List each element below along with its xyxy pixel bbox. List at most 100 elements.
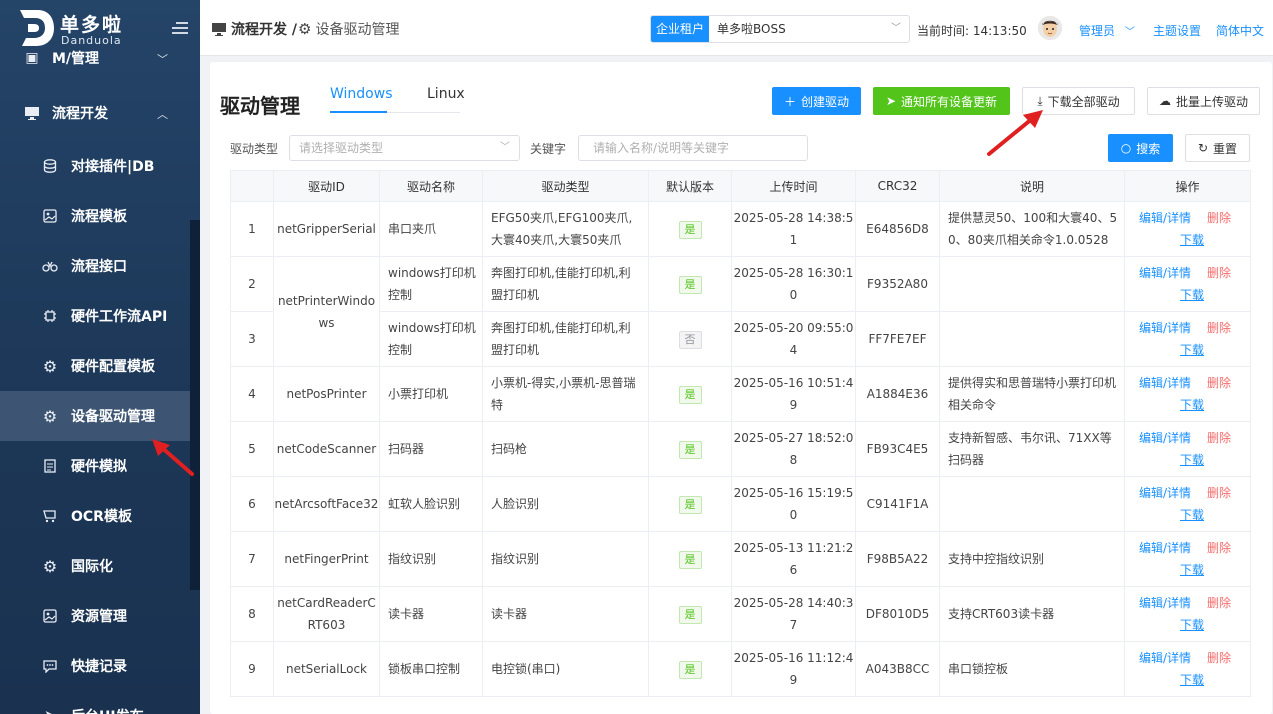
cell-driver-name: 扫码器 [379, 421, 483, 477]
sidebar-item-label: 资源管理 [71, 609, 127, 625]
language-link[interactable]: 简体中文 [1216, 22, 1264, 39]
table-row: 1 netGripperSerial 串口夹爪 EFG50夹爪,EFG100夹爪,大寰… [230, 201, 1251, 257]
download-link[interactable]: 下载 [1180, 559, 1250, 581]
chevron-down-icon: ﹀ [1124, 27, 1135, 38]
cell-upload-time: 2025-05-13 11:21:26 [731, 531, 856, 587]
cell-index: 8 [230, 586, 274, 642]
download-link[interactable]: 下载 [1180, 339, 1250, 361]
delete-link[interactable]: 删除 [1207, 651, 1231, 665]
default-version-tag: 是 [678, 441, 702, 459]
edit-details-link[interactable]: 编辑/详情 [1139, 376, 1191, 390]
gear-icon: ⚙ [42, 556, 58, 576]
cell-actions: 编辑/详情 删除下载 [1124, 366, 1251, 422]
sidebar-item-i18n[interactable]: ⚙ 国际化 [0, 541, 190, 591]
sidebar-item-resources[interactable]: 资源管理 [0, 591, 190, 641]
reset-button[interactable]: ↻ 重置 [1185, 134, 1250, 162]
cell-driver-type: 指纹识别 [482, 531, 649, 587]
sidebar-scrollbar[interactable] [190, 220, 200, 590]
edit-details-link[interactable]: 编辑/详情 [1139, 596, 1191, 610]
default-version-tag: 是 [678, 221, 702, 239]
delete-link[interactable]: 删除 [1207, 431, 1231, 445]
edit-details-link[interactable]: 编辑/详情 [1139, 651, 1191, 665]
sidebar-item-quick-notes[interactable]: 快捷记录 [0, 641, 190, 691]
user-menu[interactable]: 管理员 ﹀ [1079, 22, 1135, 39]
download-link[interactable]: 下载 [1180, 614, 1250, 636]
keyword-input[interactable]: 请输入名称/说明等关键字 [578, 135, 808, 161]
create-driver-label: 创建驱动 [801, 94, 850, 109]
delete-link[interactable]: 删除 [1207, 486, 1231, 500]
search-button[interactable]: ○ 搜索 [1108, 134, 1173, 162]
tab-windows[interactable]: Windows [330, 86, 393, 102]
sidebar-item-hw-workflow-api[interactable]: 硬件工作流API [0, 291, 190, 341]
sidebar-item-label: 流程接口 [71, 259, 127, 275]
sidebar-item-flow-dev[interactable]: 流程开发 ︿ [0, 88, 190, 138]
sidebar-item-label: 快捷记录 [71, 659, 127, 675]
cell-actions: 编辑/详情 删除下载 [1124, 311, 1251, 367]
create-driver-button[interactable]: ＋ 创建驱动 [772, 87, 861, 115]
cell-description: 支持中控指纹识别 [939, 531, 1125, 587]
edit-details-link[interactable]: 编辑/详情 [1139, 321, 1191, 335]
sidebar-item-ui-publish[interactable]: ➤ 后台UI发布 [0, 691, 190, 714]
edit-details-link[interactable]: 编辑/详情 [1139, 541, 1191, 555]
sidebar-item-hw-config-template[interactable]: ⚙ 硬件配置模板 [0, 341, 190, 391]
delete-link[interactable]: 删除 [1207, 596, 1231, 610]
cell-crc32: FB93C4E5 [855, 421, 940, 477]
download-link[interactable]: 下载 [1180, 229, 1250, 251]
edit-details-link[interactable]: 编辑/详情 [1139, 431, 1191, 445]
download-link[interactable]: 下载 [1180, 449, 1250, 471]
default-version-tag: 是 [678, 661, 702, 679]
cell-driver-name: windows打印机控制 [379, 311, 483, 367]
edit-details-link[interactable]: 编辑/详情 [1139, 211, 1191, 225]
default-version-tag: 是 [678, 276, 702, 294]
sidebar-item-plugin-db[interactable]: 对接插件|DB [0, 141, 190, 191]
download-link[interactable]: 下载 [1180, 504, 1250, 526]
header-driver-name: 驱动名称 [379, 170, 483, 202]
annotation-arrow-download [987, 110, 1043, 156]
avatar[interactable] [1038, 16, 1062, 40]
delete-link[interactable]: 删除 [1207, 266, 1231, 280]
delete-link[interactable]: 删除 [1207, 541, 1231, 555]
monitor-icon [212, 22, 226, 36]
gear-icon: ⚙ [42, 356, 58, 376]
sidebar-item-flow-api[interactable]: 流程接口 [0, 241, 190, 291]
cell-driver-id: netSerialLock [273, 641, 380, 697]
download-link[interactable]: 下载 [1180, 284, 1250, 306]
cell-crc32: FF7FE7EF [855, 311, 940, 367]
cell-description [939, 256, 1125, 312]
page-title: 驱动管理 [220, 94, 300, 118]
send-icon: ➤ [885, 94, 897, 108]
cell-actions: 编辑/详情 删除下载 [1124, 421, 1251, 477]
tab-linux[interactable]: Linux [427, 86, 465, 102]
breadcrumb-parent[interactable]: 流程开发 / [231, 19, 297, 39]
download-link[interactable]: 下载 [1180, 394, 1250, 416]
tenant-value[interactable]: 单多啦BOSS ﹀ [709, 16, 909, 42]
cell-default-version: 否 [648, 311, 732, 367]
sidebar-item-label: 硬件模拟 [71, 459, 127, 475]
delete-link[interactable]: 删除 [1207, 211, 1231, 225]
annotation-arrow-sidebar [152, 439, 194, 476]
chevron-up-icon: ︿ [157, 108, 168, 121]
delete-link[interactable]: 删除 [1207, 376, 1231, 390]
tenant-select[interactable]: 企业租户 单多啦BOSS ﹀ [650, 15, 911, 43]
default-version-tag: 是 [678, 606, 702, 624]
cell-driver-id: netPosPrinter [273, 366, 380, 422]
cell-index: 2 [230, 256, 274, 312]
edit-details-link[interactable]: 编辑/详情 [1139, 266, 1191, 280]
sidebar-item-flow-template[interactable]: 流程模板 [0, 191, 190, 241]
edit-details-link[interactable]: 编辑/详情 [1139, 486, 1191, 500]
theme-settings-link[interactable]: 主题设置 [1153, 22, 1201, 39]
sidebar: 单多啦 Danduola ▣ M/管理 ﹀ 流程开发 ︿ 对接插件|DB 流程模… [0, 0, 200, 714]
monitor-icon [24, 105, 40, 121]
sidebar-item-label: 后台UI发布 [71, 706, 144, 714]
cell-crc32: A043B8CC [855, 641, 940, 697]
delete-link[interactable]: 删除 [1207, 321, 1231, 335]
sidebar-item-m-manage[interactable]: ▣ M/管理 ﹀ [0, 33, 190, 83]
cell-index: 5 [230, 421, 274, 477]
cell-driver-id: netArcsoftFace32 [273, 476, 380, 532]
batch-upload-button[interactable]: ☁ 批量上传驱动 [1147, 87, 1260, 115]
sidebar-item-ocr-template[interactable]: OCR模板 [0, 491, 190, 541]
sidebar-item-device-driver[interactable]: ⚙ 设备驱动管理 [0, 391, 190, 441]
sidebar-item-label: 国际化 [71, 559, 113, 575]
download-link[interactable]: 下载 [1180, 669, 1250, 691]
driver-type-select[interactable]: 请选择驱动类型 ﹀ [289, 135, 520, 161]
